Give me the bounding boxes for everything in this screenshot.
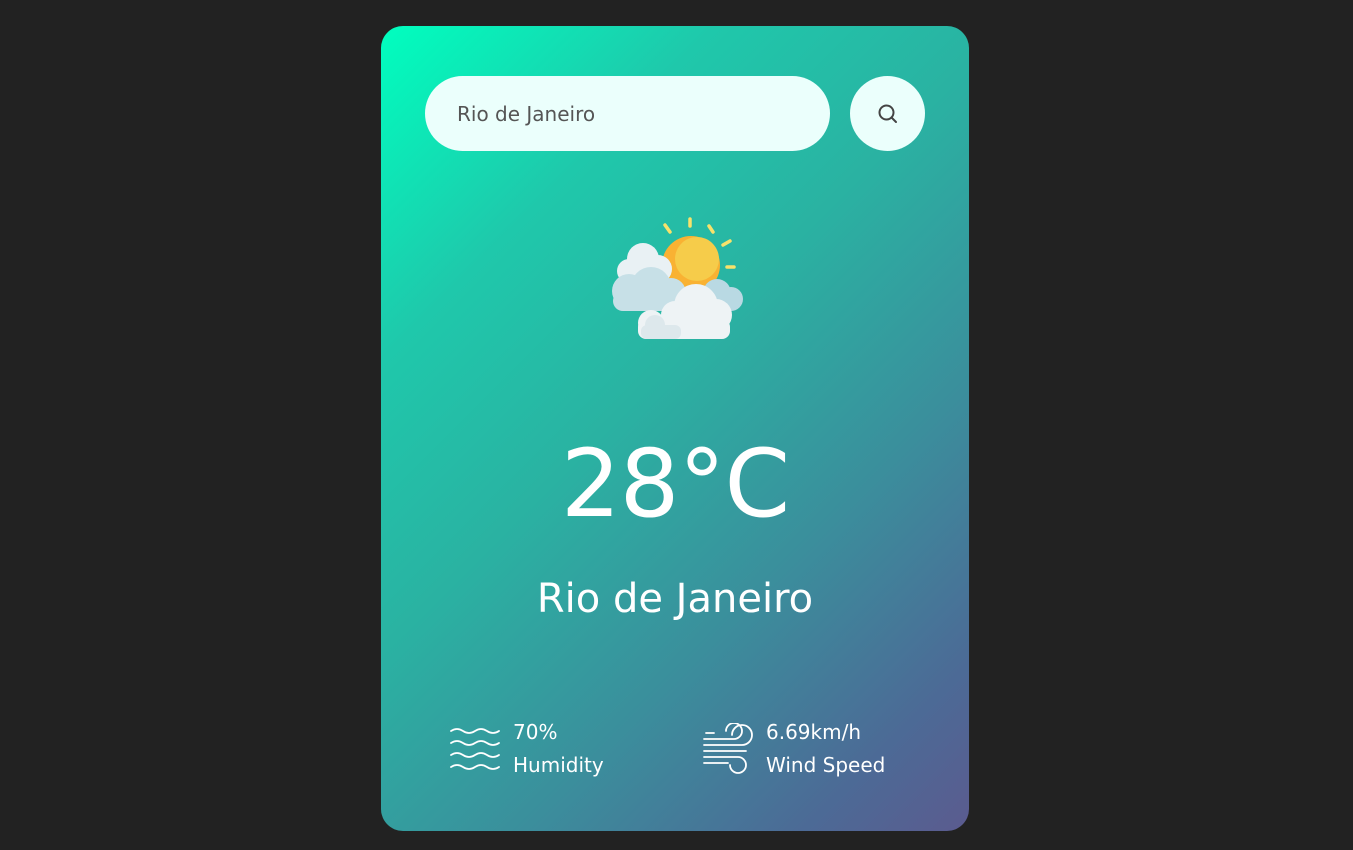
wind-icon — [703, 723, 753, 774]
humidity-waves-icon — [450, 728, 500, 770]
city-name: Rio de Janeiro — [536, 576, 814, 622]
weather-card: 28°C Rio de Janeiro 70% Humidity — [381, 26, 969, 831]
wind-speed-label: Wind Speed — [766, 753, 886, 777]
partly-cloudy-sun-icon — [612, 217, 743, 339]
temperature-value: 28°C — [560, 430, 790, 539]
wind-speed-value: 6.69km/h — [766, 720, 862, 744]
humidity-detail: 70% Humidity — [449, 716, 604, 782]
humidity-label: Humidity — [513, 753, 604, 777]
humidity-value: 70% — [513, 720, 558, 744]
wind-detail: 6.69km/h Wind Speed — [702, 716, 885, 782]
search-icon — [878, 104, 897, 123]
search-button[interactable] — [850, 76, 925, 151]
city-search-input[interactable] — [425, 76, 830, 151]
